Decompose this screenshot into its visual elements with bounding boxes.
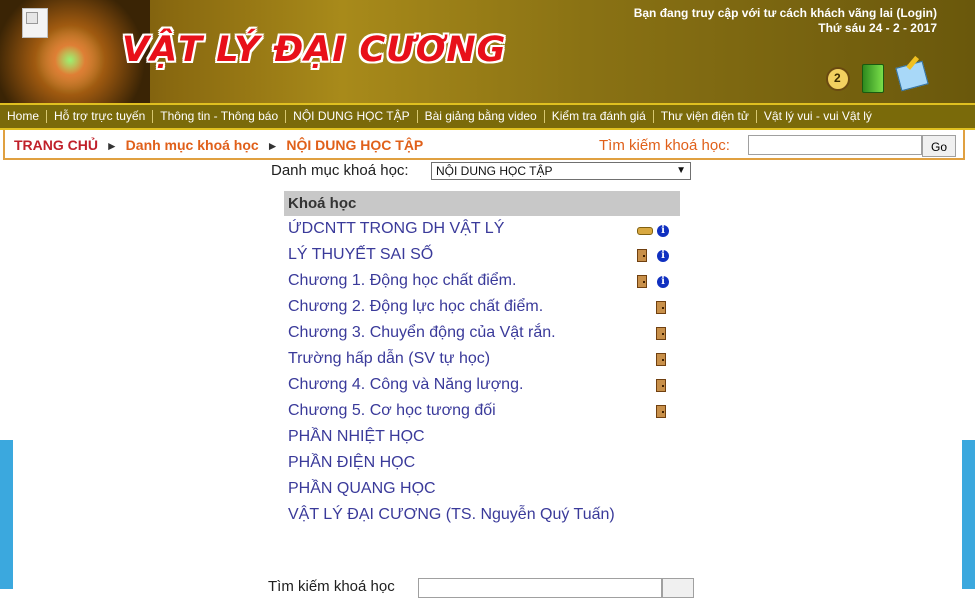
key-icon	[637, 227, 653, 235]
nav-home[interactable]: Home	[0, 110, 48, 123]
nav-learning-content[interactable]: NỘI DUNG HỌC TẬP	[286, 110, 418, 123]
dropdown-arrow-icon[interactable]: ▼	[676, 163, 686, 179]
search-go-button[interactable]: Go	[922, 135, 956, 157]
course-link[interactable]: Chương 1. Động học chất điểm.	[288, 272, 516, 290]
category-label: Danh mục khoá học:	[271, 162, 409, 179]
course-link[interactable]: PHẦN QUANG HỌC	[288, 480, 436, 498]
course-list-header: Khoá học	[284, 191, 680, 216]
current-date: Thứ sáu 24 - 2 - 2017	[818, 21, 937, 35]
breadcrumb-home[interactable]: TRANG CHỦ	[14, 137, 98, 153]
breadcrumb-separator: ►	[266, 139, 279, 153]
guest-access-icon	[637, 249, 647, 262]
guest-access-icon	[637, 275, 647, 288]
site-header: VẬT LÝ ĐẠI CƯƠNG Bạn đang truy cập với t…	[0, 0, 975, 103]
site-title: VẬT LÝ ĐẠI CƯƠNG	[122, 30, 507, 70]
bottom-search-input[interactable]	[418, 578, 662, 598]
guest-notice[interactable]: Bạn đang truy cập với tư cách khách vãng…	[634, 6, 937, 21]
nav-news[interactable]: Thông tin - Thông báo	[153, 110, 287, 123]
category-selected-value: NỘI DUNG HỌC TẬP	[436, 164, 553, 178]
info-icon[interactable]: i	[657, 276, 669, 288]
guest-access-icon	[656, 405, 666, 418]
course-link[interactable]: Trường hấp dẫn (SV tự học)	[288, 350, 490, 368]
info-icon[interactable]: i	[657, 225, 669, 237]
course-link[interactable]: Chương 3. Chuyển động của Vật rắn.	[288, 324, 556, 342]
course-link[interactable]: LÝ THUYẾT SAI SỐ	[288, 246, 433, 264]
main-nav: Home Hỗ trợ trực tuyến Thông tin - Thông…	[0, 103, 975, 130]
nav-library[interactable]: Thư viện điện tử	[654, 110, 757, 123]
breadcrumb-bar: TRANG CHỦ ► Danh mục khoá học ► NỘI DUNG…	[3, 130, 965, 160]
bottom-search-label: Tìm kiếm khoá học	[268, 578, 395, 595]
nav-online-support[interactable]: Hỗ trợ trực tuyến	[47, 110, 154, 123]
course-link[interactable]: Chương 4. Công và Năng lượng.	[288, 376, 523, 394]
guest-access-icon	[656, 301, 666, 314]
course-link[interactable]: PHẦN NHIỆT HỌC	[288, 428, 425, 446]
page-background-left	[0, 440, 13, 589]
course-link[interactable]: PHẦN ĐIỆN HỌC	[288, 454, 415, 472]
breadcrumb: TRANG CHỦ ► Danh mục khoá học ► NỘI DUNG…	[14, 137, 423, 153]
course-link[interactable]: VẬT LÝ ĐẠI CƯƠNG (TS. Nguyễn Quý Tuấn)	[288, 506, 615, 524]
nav-fun-physics[interactable]: Vật lý vui - vui Vật lý	[757, 110, 879, 123]
course-search-input[interactable]	[748, 135, 922, 155]
help-icon[interactable]	[826, 67, 850, 91]
book-icon[interactable]	[862, 64, 884, 93]
breadcrumb-separator: ►	[105, 139, 118, 153]
course-link[interactable]: Chương 5. Cơ học tương đối	[288, 402, 496, 420]
guest-access-icon	[656, 379, 666, 392]
category-select[interactable]: NỘI DUNG HỌC TẬP ▼	[431, 162, 691, 180]
info-icon[interactable]: i	[657, 250, 669, 262]
nav-video-lectures[interactable]: Bài giảng bằng video	[418, 110, 545, 123]
broken-image-icon	[22, 8, 48, 38]
guest-access-icon	[656, 327, 666, 340]
breadcrumb-category[interactable]: Danh mục khoá học	[126, 137, 259, 153]
breadcrumb-current: NỘI DUNG HỌC TẬP	[286, 137, 424, 153]
course-link[interactable]: Chương 2. Động lực học chất điểm.	[288, 298, 543, 316]
guest-access-icon	[656, 353, 666, 366]
course-link[interactable]: ỨDCNTT TRONG DH VẬT LÝ	[288, 220, 504, 238]
nav-assessment[interactable]: Kiểm tra đánh giá	[545, 110, 654, 123]
page-background-right	[962, 440, 975, 589]
edit-icon[interactable]	[895, 60, 929, 92]
bottom-search-go-button[interactable]	[662, 578, 694, 598]
guest-info: Bạn đang truy cập với tư cách khách vãng…	[634, 6, 937, 36]
search-label: Tìm kiếm khoá học:	[599, 137, 730, 154]
